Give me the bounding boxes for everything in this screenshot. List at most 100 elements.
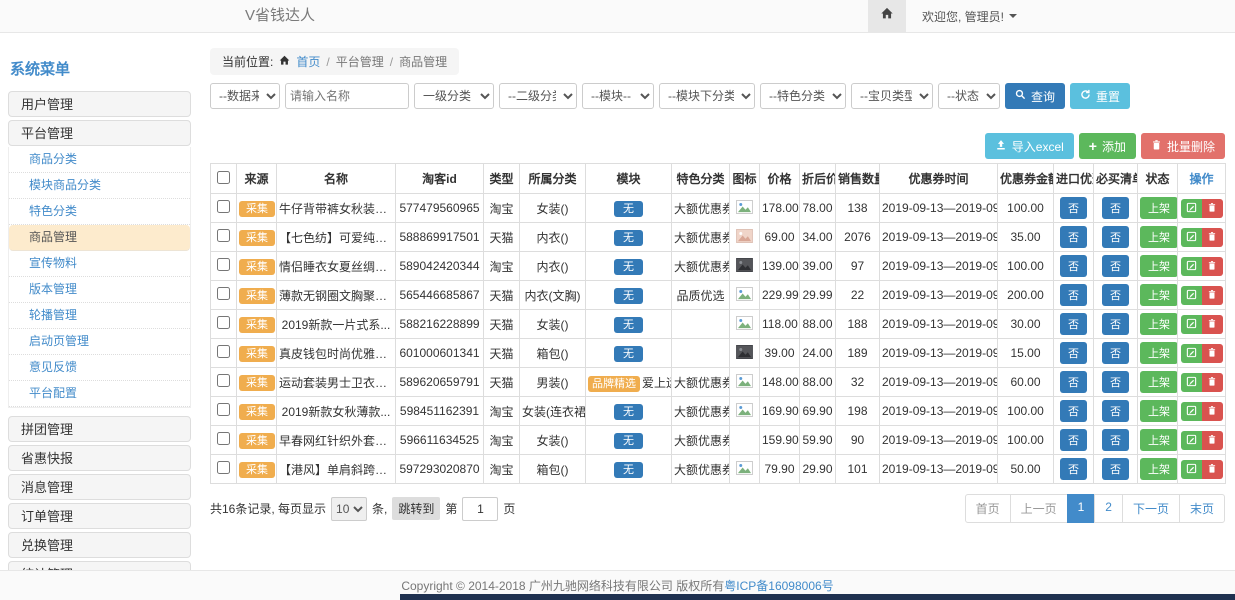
filter-source-select[interactable]: --数据来源-- [210,83,280,109]
sidebar-group-platform[interactable]: 平台管理 [8,120,191,146]
sidebar-subitem[interactable]: 版本管理 [9,277,190,303]
home-button[interactable] [868,0,906,32]
import-select-toggle[interactable]: 否 [1060,226,1087,248]
row-checkbox[interactable] [217,316,230,329]
first-page-button[interactable]: 首页 [965,494,1011,523]
sidebar-group-orders[interactable]: 订单管理 [8,503,191,529]
jump-page-input[interactable] [462,497,498,521]
import-select-toggle[interactable]: 否 [1060,313,1087,335]
must-buy-toggle[interactable]: 否 [1102,342,1129,364]
sidebar-subitem[interactable]: 宣传物料 [9,251,190,277]
must-buy-toggle[interactable]: 否 [1102,371,1129,393]
import-select-toggle[interactable]: 否 [1060,284,1087,306]
status-button[interactable]: 上架 [1140,400,1178,422]
must-buy-toggle[interactable]: 否 [1102,313,1129,335]
delete-button[interactable] [1202,344,1223,363]
must-buy-toggle[interactable]: 否 [1102,226,1129,248]
must-buy-toggle[interactable]: 否 [1102,429,1129,451]
sidebar-subitem[interactable]: 平台配置 [9,381,190,407]
row-checkbox[interactable] [217,403,230,416]
next-page-button[interactable]: 下一页 [1122,494,1180,523]
edit-button[interactable] [1181,460,1202,479]
icp-link[interactable]: 粤ICP备16098006号 [724,577,833,594]
must-buy-toggle[interactable]: 否 [1102,197,1129,219]
user-menu[interactable]: 欢迎您, 管理员! [922,8,1017,25]
import-select-toggle[interactable]: 否 [1060,342,1087,364]
import-select-toggle[interactable]: 否 [1060,429,1087,451]
row-checkbox[interactable] [217,200,230,213]
edit-button[interactable] [1181,344,1202,363]
edit-button[interactable] [1181,286,1202,305]
status-button[interactable]: 上架 [1140,313,1178,335]
sidebar-group-messages[interactable]: 消息管理 [8,474,191,500]
filter-module-select[interactable]: --模块-- [582,83,654,109]
reset-button[interactable]: 重置 [1070,83,1130,109]
sidebar-subitem[interactable]: 商品管理 [9,225,190,251]
status-button[interactable]: 上架 [1140,429,1178,451]
row-checkbox[interactable] [217,432,230,445]
filter-category1-select[interactable]: 一级分类 [414,83,494,109]
page-size-select[interactable]: 10 [331,497,367,521]
delete-button[interactable] [1202,257,1223,276]
import-select-toggle[interactable]: 否 [1060,255,1087,277]
import-select-toggle[interactable]: 否 [1060,371,1087,393]
delete-button[interactable] [1202,402,1223,421]
must-buy-toggle[interactable]: 否 [1102,400,1129,422]
edit-button[interactable] [1181,315,1202,334]
row-checkbox[interactable] [217,345,230,358]
sidebar-subitem[interactable]: 意见反馈 [9,355,190,381]
must-buy-toggle[interactable]: 否 [1102,284,1129,306]
page-button-2[interactable]: 2 [1094,494,1123,523]
prev-page-button[interactable]: 上一页 [1010,494,1068,523]
select-all-checkbox[interactable] [217,171,230,184]
delete-button[interactable] [1202,286,1223,305]
filter-module-sub-select[interactable]: --模块下分类-- [659,83,755,109]
filter-item-type-select[interactable]: --宝贝类型-- [851,83,933,109]
edit-button[interactable] [1181,431,1202,450]
sidebar-group-news[interactable]: 省惠快报 [8,445,191,471]
edit-button[interactable] [1181,257,1202,276]
row-checkbox[interactable] [217,461,230,474]
search-button[interactable]: 查询 [1005,83,1065,109]
delete-button[interactable] [1202,228,1223,247]
import-excel-button[interactable]: 导入excel [985,133,1074,159]
row-checkbox[interactable] [217,258,230,271]
import-select-toggle[interactable]: 否 [1060,197,1087,219]
sidebar-subitem[interactable]: 模块商品分类 [9,173,190,199]
filter-feature-select[interactable]: --特色分类-- [760,83,846,109]
edit-button[interactable] [1181,228,1202,247]
filter-name-input[interactable] [285,83,409,109]
last-page-button[interactable]: 末页 [1179,494,1225,523]
status-button[interactable]: 上架 [1140,342,1178,364]
import-select-toggle[interactable]: 否 [1060,400,1087,422]
sidebar-subitem[interactable]: 商品分类 [9,147,190,173]
status-button[interactable]: 上架 [1140,371,1178,393]
filter-category2-select[interactable]: --二级分类-- [499,83,577,109]
status-button[interactable]: 上架 [1140,197,1178,219]
sidebar-group-users[interactable]: 用户管理 [8,91,191,117]
page-button-1[interactable]: 1 [1067,494,1096,523]
breadcrumb-home-link[interactable]: 首页 [296,53,320,70]
delete-button[interactable] [1202,315,1223,334]
delete-button[interactable] [1202,199,1223,218]
delete-button[interactable] [1202,431,1223,450]
sidebar-subitem[interactable]: 轮播管理 [9,303,190,329]
status-button[interactable]: 上架 [1140,255,1178,277]
filter-status-select[interactable]: --状态-- [938,83,1000,109]
edit-button[interactable] [1181,373,1202,392]
sidebar-group-exchange[interactable]: 兑换管理 [8,532,191,558]
import-select-toggle[interactable]: 否 [1060,458,1087,480]
jump-button[interactable]: 跳转到 [392,497,440,520]
add-button[interactable]: + 添加 [1079,133,1136,159]
edit-button[interactable] [1181,402,1202,421]
batch-delete-button[interactable]: 批量删除 [1141,133,1225,159]
delete-button[interactable] [1202,373,1223,392]
status-button[interactable]: 上架 [1140,226,1178,248]
row-checkbox[interactable] [217,287,230,300]
sidebar-subitem[interactable]: 启动页管理 [9,329,190,355]
edit-button[interactable] [1181,199,1202,218]
row-checkbox[interactable] [217,229,230,242]
row-checkbox[interactable] [217,374,230,387]
must-buy-toggle[interactable]: 否 [1102,255,1129,277]
sidebar-subitem[interactable]: 特色分类 [9,199,190,225]
